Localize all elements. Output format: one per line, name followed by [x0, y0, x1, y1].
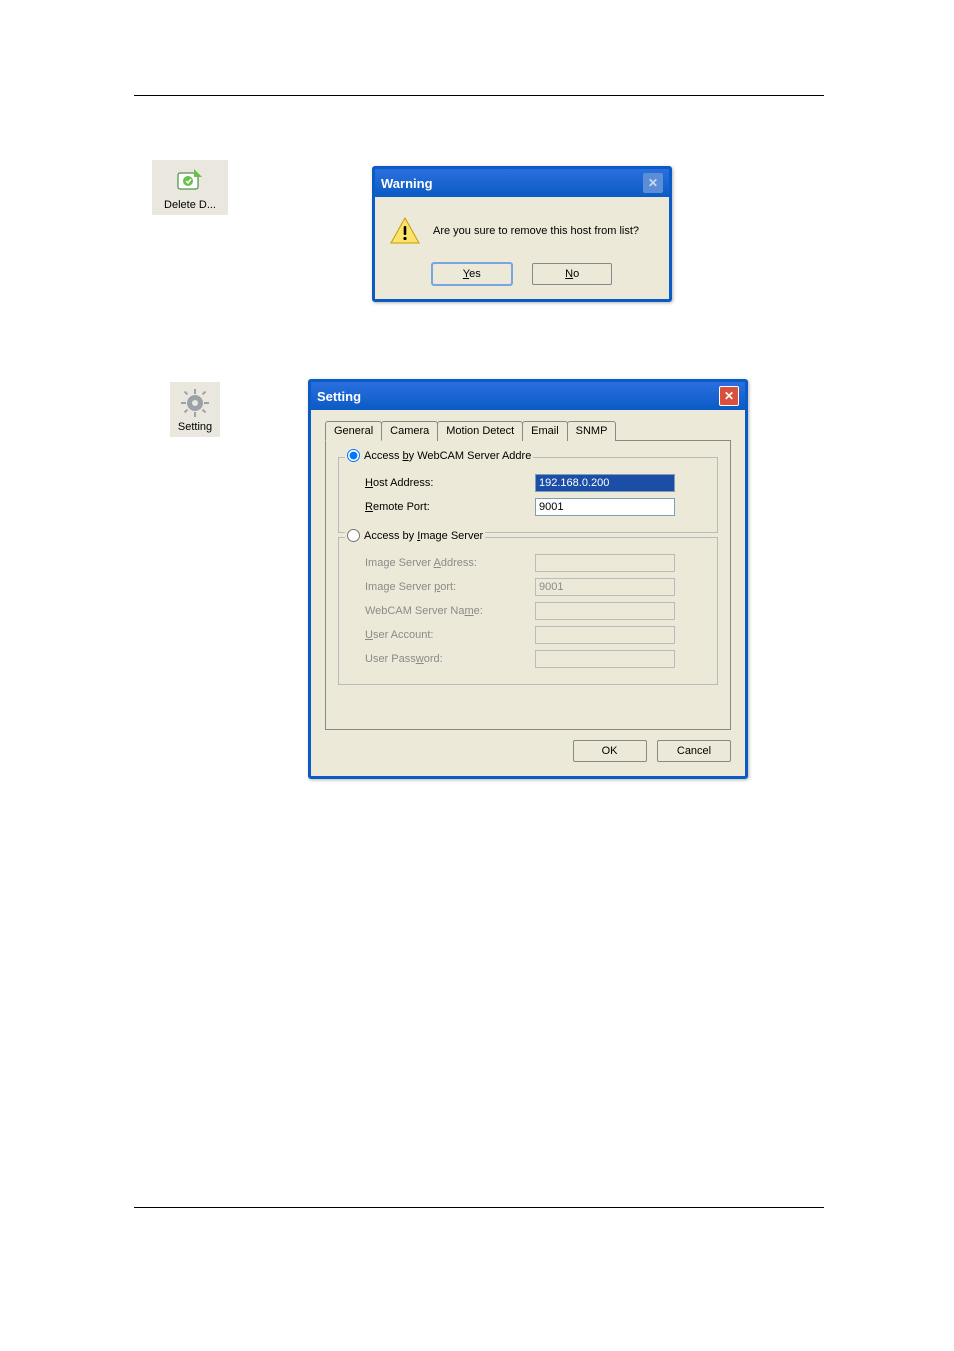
tab-camera[interactable]: Camera [381, 421, 438, 441]
ok-button[interactable]: OK [573, 740, 647, 762]
desktop-icon-label: Setting [178, 421, 212, 437]
tab-strip: General Camera Motion Detect Email SNMP [325, 420, 731, 440]
radio-access-image-server-input[interactable] [347, 529, 360, 542]
group-access-webcam: Access by WebCAM Server Addre Host Addre… [338, 457, 718, 533]
label-user-account: User Account: [365, 629, 535, 641]
setting-titlebar[interactable]: Setting ✕ [311, 382, 745, 410]
tab-general[interactable]: General [325, 421, 382, 441]
warning-message: Are you sure to remove this host from li… [433, 225, 639, 237]
warning-dialog: Warning ✕ Are you sure to remove this ho… [372, 166, 672, 302]
label-webcam-server-name: WebCAM Server Name: [365, 605, 535, 617]
label-host-address: Host Address: [365, 477, 535, 489]
tab-snmp[interactable]: SNMP [567, 421, 617, 441]
radio-access-image-server[interactable]: Access by Image Server [345, 529, 485, 542]
desktop-icon-label: Delete D... [164, 199, 216, 215]
input-host-address[interactable] [535, 474, 675, 492]
input-user-account [535, 626, 675, 644]
yes-button[interactable]: Yes [432, 263, 512, 285]
radio-access-webcam-input[interactable] [347, 449, 360, 462]
label-image-server-port: Image Server port: [365, 581, 535, 593]
input-remote-port[interactable] [535, 498, 675, 516]
input-image-server-address [535, 554, 675, 572]
radio-access-webcam[interactable]: Access by WebCAM Server Addre [345, 449, 533, 462]
divider-top [134, 95, 824, 96]
warning-titlebar[interactable]: Warning ✕ [375, 169, 669, 197]
cancel-button[interactable]: Cancel [657, 740, 731, 762]
label-remote-port: Remote Port: [365, 501, 535, 513]
input-user-password [535, 650, 675, 668]
input-image-server-port [535, 578, 675, 596]
label-user-password: User Password: [365, 653, 535, 665]
warning-title: Warning [381, 176, 433, 191]
setting-dialog: Setting ✕ General Camera Motion Detect E… [308, 379, 748, 779]
tab-motion-detect[interactable]: Motion Detect [437, 421, 523, 441]
no-button[interactable]: No [532, 263, 612, 285]
desktop-icon-delete[interactable]: Delete D... [145, 160, 235, 215]
warning-icon [389, 215, 421, 247]
tab-email[interactable]: Email [522, 421, 568, 441]
divider-bottom [134, 1207, 824, 1208]
delete-icon [174, 165, 206, 197]
input-webcam-server-name [535, 602, 675, 620]
setting-title: Setting [317, 389, 361, 404]
gear-icon [179, 387, 211, 419]
close-icon[interactable]: ✕ [719, 386, 739, 406]
tab-panel-general: Access by WebCAM Server Addre Host Addre… [325, 440, 731, 730]
close-icon: ✕ [643, 173, 663, 193]
label-image-server-address: Image Server Address: [365, 557, 535, 569]
group-access-image-server: Access by Image Server Image Server Addr… [338, 537, 718, 685]
desktop-icon-setting[interactable]: Setting [150, 382, 240, 437]
